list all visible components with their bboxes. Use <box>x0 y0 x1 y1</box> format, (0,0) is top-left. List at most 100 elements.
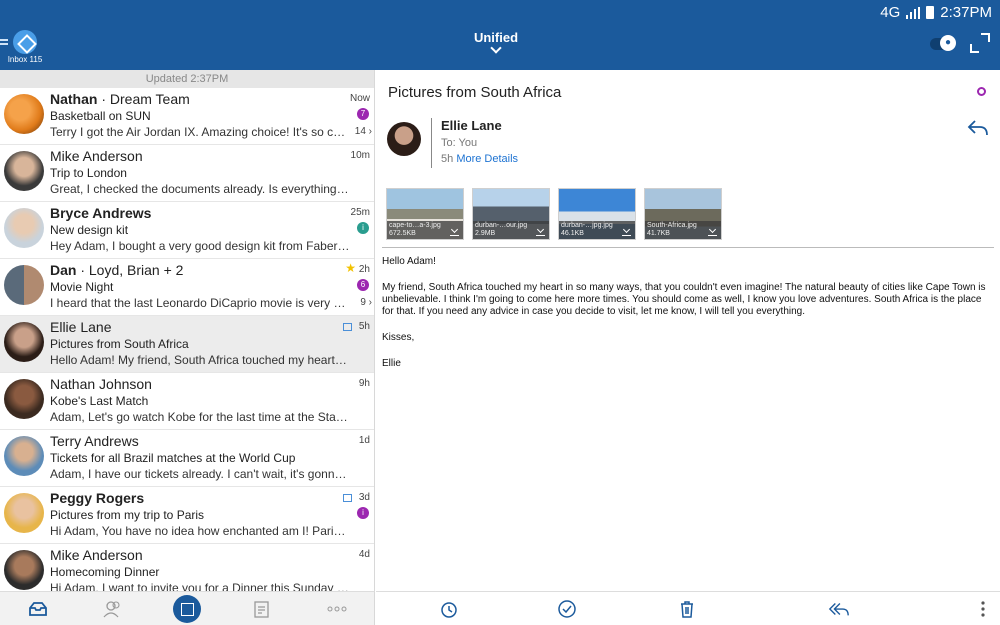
sender-avatar[interactable] <box>4 322 44 362</box>
thread-count[interactable]: 9 › <box>360 297 372 308</box>
sender-avatar[interactable] <box>4 94 44 134</box>
row-sender: Ellie Lane <box>50 319 112 335</box>
recipient: You <box>458 137 478 149</box>
trash-icon[interactable] <box>676 598 698 620</box>
unread-dot-icon[interactable] <box>977 87 986 96</box>
download-icon[interactable] <box>622 227 631 236</box>
inbox-button[interactable]: Inbox 115 <box>6 30 44 66</box>
row-time: 4d <box>358 549 370 560</box>
message-row[interactable]: Ellie Lane Pictures from South Africa Hell… <box>0 316 374 373</box>
row-preview: Hey Adam, I bought a very good design ki… <box>50 239 350 253</box>
overflow-menu-icon[interactable] <box>972 598 994 620</box>
message-body: Hello Adam! My friend, South Africa touch… <box>382 256 994 384</box>
download-icon[interactable] <box>450 227 459 236</box>
reading-pane: Pictures from South Africa Ellie Lane To… <box>376 70 1000 591</box>
row-preview: Adam, I have our tickets already. I can'… <box>50 467 350 481</box>
row-subject: Pictures from South Africa <box>50 337 189 351</box>
download-icon[interactable] <box>708 227 717 236</box>
attachment-thumbnail[interactable]: durban-…our.jpg 2.9MB <box>472 188 550 240</box>
message-row[interactable]: Nathan Johnson Kobe's Last Match Adam, Let… <box>0 373 374 430</box>
updated-label: Updated 2:37PM <box>0 70 374 88</box>
tasks-icon[interactable] <box>251 598 273 620</box>
inbox-count: 115 <box>29 55 43 64</box>
message-actions <box>376 591 1000 625</box>
sender-avatar[interactable] <box>4 208 44 248</box>
sender-avatar[interactable] <box>4 151 44 191</box>
attachment-thumbnail[interactable]: cape-to…a-3.jpg 672.5KB <box>386 188 464 240</box>
message-row[interactable]: Dan · Loyd, Brian + 2 Movie Night I heard … <box>0 259 374 316</box>
row-sender: Terry Andrews <box>50 433 139 449</box>
inbox-box-icon <box>13 30 37 54</box>
sender-avatar[interactable] <box>4 265 44 305</box>
thread-count[interactable]: 14 › <box>355 126 372 137</box>
row-time: 1d <box>358 435 370 446</box>
attachment-thumbnail[interactable]: South-Africa.jpg 41.7KB <box>644 188 722 240</box>
contacts-icon[interactable] <box>102 598 124 620</box>
unread-badge: 6 <box>357 279 369 291</box>
download-icon[interactable] <box>536 227 545 236</box>
body-paragraph: Ellie <box>382 358 401 369</box>
reply-all-icon[interactable] <box>828 598 850 620</box>
row-preview: Hello Adam! My friend, South Africa touc… <box>50 353 350 367</box>
row-sender: Nathan Johnson <box>50 376 152 392</box>
unread-badge: i <box>357 222 369 234</box>
message-row[interactable]: Peggy Rogers Pictures from my trip to Par… <box>0 487 374 544</box>
signal-icon <box>906 6 921 19</box>
sender-avatar[interactable] <box>387 122 421 156</box>
more-details-link[interactable]: More Details <box>456 153 518 165</box>
row-sender: Bryce Andrews <box>50 205 152 221</box>
row-sender: Nathan · Dream Team <box>50 91 190 107</box>
sender-name[interactable]: Ellie Lane <box>441 118 502 133</box>
row-preview: Adam, Let's go watch Kobe for the last t… <box>50 410 350 424</box>
body-paragraph: My friend, South Africa touched my heart… <box>382 282 986 317</box>
sender-header: Ellie Lane To: You 5h More Details <box>376 112 1000 176</box>
attachment-strip: cape-to…a-3.jpg 672.5KB durban-…our.jpg 2.9… <box>386 188 722 240</box>
row-subject: Basketball on SUN <box>50 109 151 123</box>
unread-badge: i <box>357 507 369 519</box>
inbox-tab-icon[interactable] <box>27 598 49 620</box>
inbox-label: Inbox <box>7 55 28 64</box>
row-preview: Terry I got the Air Jordan IX. Amazing c… <box>50 125 350 139</box>
message-list: Updated 2:37PM Nathan · Dream Team Basket… <box>0 70 375 591</box>
image-attachment-icon <box>343 323 352 331</box>
person-icon: ● <box>940 35 956 51</box>
more-icon[interactable] <box>326 598 348 620</box>
row-time: 9h <box>358 378 370 389</box>
message-row[interactable]: Terry Andrews Tickets for all Brazil matc… <box>0 430 374 487</box>
row-preview: Hi Adam, You have no idea how enchanted … <box>50 524 350 538</box>
sender-avatar[interactable] <box>4 493 44 533</box>
message-title: Pictures from South Africa <box>388 84 562 101</box>
expand-icon[interactable] <box>970 33 990 53</box>
row-subject: Kobe's Last Match <box>50 394 149 408</box>
sender-avatar[interactable] <box>4 550 44 590</box>
reply-icon[interactable] <box>966 118 990 138</box>
compose-button[interactable] <box>173 595 201 623</box>
attachment-thumbnail[interactable]: durban-…jpg.jpg 46.1KB <box>558 188 636 240</box>
focus-toggle[interactable]: ● <box>930 35 956 51</box>
row-sender: Mike Anderson <box>50 547 143 563</box>
message-row[interactable]: Nathan · Dream Team Basketball on SUN Terr… <box>0 88 374 145</box>
message-row[interactable]: Mike Anderson Homecoming Dinner Hi Adam, I… <box>0 544 374 591</box>
row-sender: Dan · Loyd, Brian + 2 <box>50 262 184 278</box>
row-sender: Peggy Rogers <box>50 490 145 506</box>
message-row[interactable]: Bryce Andrews New design kit Hey Adam, I b… <box>0 202 374 259</box>
message-time: 5h More Details <box>441 153 519 165</box>
message-row[interactable]: Mike Anderson Trip to London Great, I chec… <box>0 145 374 202</box>
row-subject: Pictures from my trip to Paris <box>50 508 205 522</box>
battery-icon <box>926 6 935 19</box>
body-paragraph: Kisses, <box>382 332 415 343</box>
network-label: 4G <box>880 4 901 21</box>
image-attachment-icon <box>343 494 352 502</box>
account-switcher[interactable]: Unified <box>446 30 546 54</box>
sender-avatar[interactable] <box>4 436 44 476</box>
done-icon[interactable] <box>556 598 578 620</box>
row-preview: I heard that the last Leonardo DiCaprio … <box>50 296 350 310</box>
row-sender: Mike Anderson <box>50 148 143 164</box>
snooze-icon[interactable] <box>438 598 460 620</box>
row-time: 3d <box>358 492 370 503</box>
row-subject: Tickets for all Brazil matches at the Wo… <box>50 451 296 465</box>
star-icon[interactable]: ★ <box>345 261 356 275</box>
recipient-line: To: You <box>441 137 478 149</box>
row-time: Now <box>349 93 370 104</box>
sender-avatar[interactable] <box>4 379 44 419</box>
